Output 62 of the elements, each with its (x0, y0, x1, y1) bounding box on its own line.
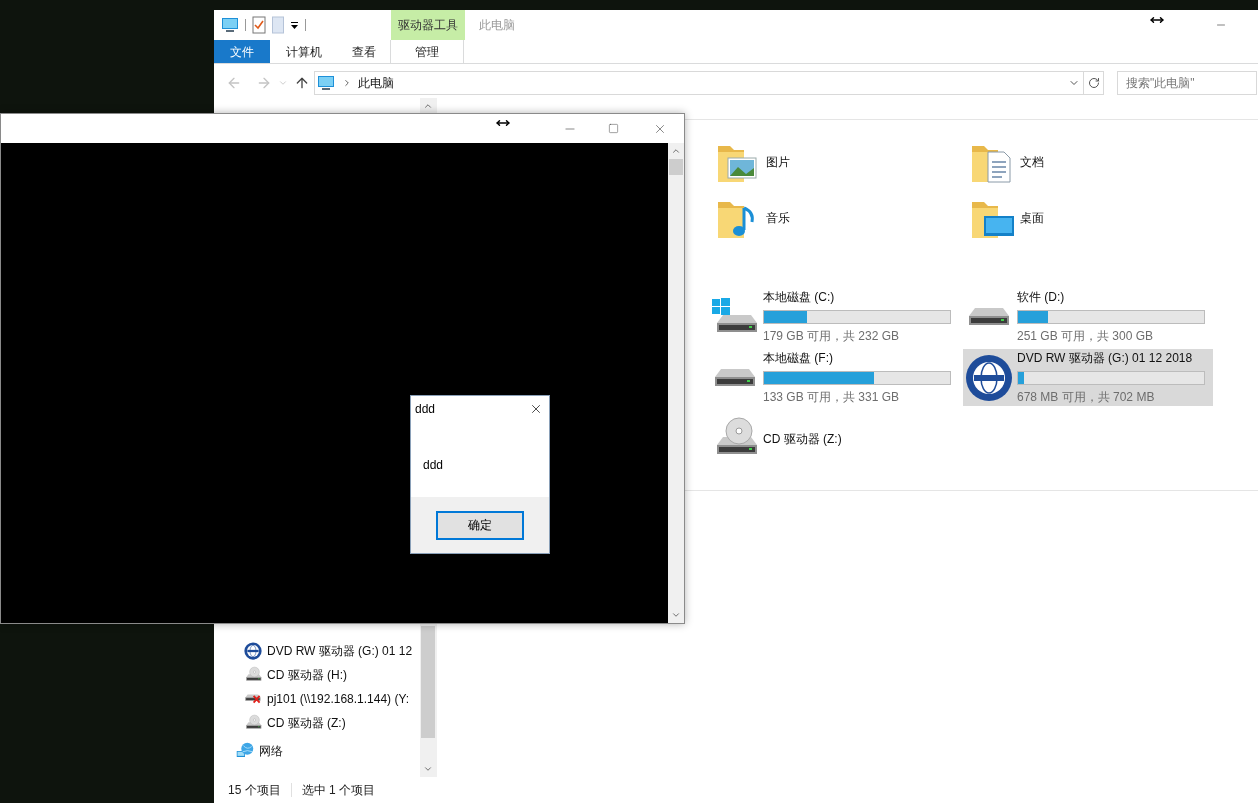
drive-name[interactable]: DVD RW 驱动器 (G:) 01 12 2018 (1017, 349, 1205, 367)
drive-free-space: 179 GB 可用，共 232 GB (763, 328, 901, 345)
close-button[interactable] (529, 402, 543, 416)
nav-item[interactable]: CD 驱动器 (H:) (267, 666, 347, 684)
drive-name[interactable]: CD 驱动器 (Z:) (763, 429, 842, 448)
nav-item[interactable]: DVD RW 驱动器 (G:) 01 12 (267, 642, 413, 660)
folder-name[interactable]: 音乐 (766, 209, 790, 227)
scroll-thumb[interactable] (669, 159, 683, 175)
nav-item[interactable]: CD 驱动器 (Z:) (267, 714, 346, 732)
drive-name[interactable]: 本地磁盘 (C:) (763, 288, 951, 306)
item-count: 15 个项目 (228, 782, 281, 799)
address-bar[interactable]: 此电脑 (314, 71, 1084, 95)
disconnected-drive-icon (245, 694, 261, 704)
ribbon-tab[interactable]: 文件 (214, 40, 270, 63)
nav-item[interactable]: 网络 (259, 742, 283, 760)
scroll-up-icon[interactable] (671, 146, 681, 156)
drive-free-space: 251 GB 可用，共 300 GB (1017, 328, 1155, 345)
selected-drive-tile[interactable]: DVD RW 驱动器 (G:) 01 12 2018 678 MB 可用，共 702 MB (963, 349, 1213, 406)
breadcrumb-chevron-icon (342, 78, 352, 88)
dropdown-icon[interactable] (290, 20, 299, 30)
folder-name[interactable]: 文档 (1020, 153, 1044, 171)
nav-item[interactable]: pj101 (\\192.168.1.144) (Y: (267, 690, 410, 708)
cd-drive-icon (244, 714, 262, 732)
seal-drive-icon (244, 642, 262, 660)
recent-locations-button[interactable] (278, 78, 288, 88)
drive-name[interactable]: 软件 (D:) (1017, 288, 1205, 306)
scroll-up-icon[interactable] (423, 101, 433, 111)
ok-button[interactable]: 确定 (436, 510, 524, 540)
contextual-tab-header: 驱动器工具 (391, 10, 465, 40)
back-button[interactable] (226, 75, 242, 91)
search-field[interactable]: 搜索"此电脑" (1117, 71, 1257, 95)
ribbon-tab[interactable]: 查看 (338, 40, 390, 63)
window-title: 此电脑 (479, 17, 515, 34)
hard-drive-icon (968, 307, 1010, 326)
ribbon-tab[interactable]: 计算机 (270, 40, 338, 63)
dialog-message: ddd (423, 458, 444, 472)
properties-icon[interactable] (252, 16, 266, 34)
forward-button[interactable] (256, 75, 272, 91)
scroll-thumb[interactable] (421, 626, 435, 738)
drive-name[interactable]: 本地磁盘 (F:) (763, 349, 951, 367)
cd-drive-icon (244, 666, 262, 684)
scrollbar[interactable] (668, 143, 684, 623)
hard-drive-icon (714, 368, 756, 387)
address-path: 此电脑 (358, 75, 394, 92)
scroll-down-icon[interactable] (671, 610, 681, 620)
refresh-icon (1087, 77, 1100, 89)
scroll-down-icon[interactable] (423, 764, 433, 774)
folder-name[interactable]: 桌面 (1020, 209, 1044, 227)
folder-name[interactable]: 图片 (766, 153, 790, 171)
computer-icon (221, 16, 239, 34)
selection-count: 选中 1 个项目 (301, 782, 376, 799)
drive-free-space: 678 MB 可用，共 702 MB (1017, 389, 1156, 406)
new-folder-icon[interactable] (272, 16, 284, 34)
computer-icon (317, 74, 335, 92)
maximize-button[interactable] (608, 123, 619, 134)
drive-free-space: 133 GB 可用，共 331 GB (763, 389, 901, 406)
network-icon (236, 742, 254, 760)
up-button[interactable] (294, 75, 310, 91)
seal-drive-icon (965, 353, 1013, 402)
refresh-button[interactable] (1084, 71, 1104, 95)
dialog-title: ddd (415, 401, 436, 418)
ribbon-tab[interactable]: 管理 (390, 40, 464, 63)
